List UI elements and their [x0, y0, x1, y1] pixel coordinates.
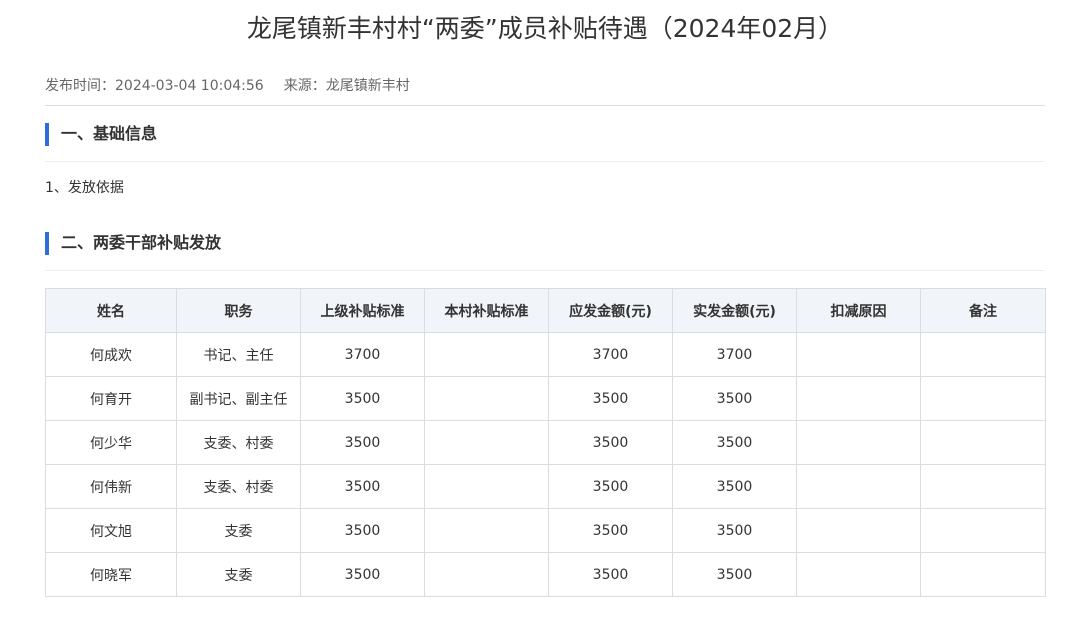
cell-name: 何文旭: [45, 508, 177, 553]
section-accent-bar: [45, 123, 49, 146]
table-row: 何文旭 支委 3500 3500 3500: [45, 508, 1046, 553]
cell-remarks: [920, 552, 1046, 597]
cell-upper-standard: 3700: [300, 332, 425, 377]
subsidy-table: 姓名 职务 上级补贴标准 本村补贴标准 应发金额(元) 实发金额(元) 扣减原因…: [45, 288, 1046, 597]
cell-upper-standard: 3500: [300, 376, 425, 421]
subsidy-table-wrapper: 姓名 职务 上级补贴标准 本村补贴标准 应发金额(元) 实发金额(元) 扣减原因…: [45, 288, 1046, 597]
cell-upper-standard: 3500: [300, 420, 425, 465]
cell-deduction-reason: [796, 464, 921, 509]
cell-payable: 3700: [548, 332, 673, 377]
cell-remarks: [920, 508, 1046, 553]
table-row: 何成欢 书记、主任 3700 3700 3700: [45, 332, 1046, 377]
cell-position: 支委: [176, 552, 301, 597]
cell-deduction-reason: [796, 420, 921, 465]
cell-name: 何少华: [45, 420, 177, 465]
cell-remarks: [920, 464, 1046, 509]
header-actual: 实发金额(元): [672, 288, 797, 333]
cell-actual: 3500: [672, 508, 797, 553]
page-title: 龙尾镇新丰村村“两委”成员补贴待遇（2024年02月）: [246, 14, 844, 43]
section-title: 二、两委干部补贴发放: [61, 233, 222, 252]
header-village-standard: 本村补贴标准: [424, 288, 549, 333]
table-row: 何少华 支委、村委 3500 3500 3500: [45, 420, 1046, 465]
cell-payable: 3500: [548, 464, 673, 509]
table-row: 何伟新 支委、村委 3500 3500 3500: [45, 464, 1046, 509]
cell-remarks: [920, 376, 1046, 421]
section-accent-bar: [45, 232, 49, 255]
header-name: 姓名: [45, 288, 177, 333]
cell-position: 支委: [176, 508, 301, 553]
paragraph-basis: 1、发放依据: [45, 180, 124, 196]
cell-remarks: [920, 420, 1046, 465]
cell-actual: 3500: [672, 552, 797, 597]
cell-name: 何育开: [45, 376, 177, 421]
cell-actual: 3500: [672, 420, 797, 465]
cell-payable: 3500: [548, 420, 673, 465]
cell-village-standard: [424, 552, 549, 597]
section-title: 一、基础信息: [61, 124, 158, 143]
cell-deduction-reason: [796, 376, 921, 421]
cell-name: 何晓军: [45, 552, 177, 597]
cell-actual: 3500: [672, 376, 797, 421]
cell-position: 副书记、副主任: [176, 376, 301, 421]
table-header-row: 姓名 职务 上级补贴标准 本村补贴标准 应发金额(元) 实发金额(元) 扣减原因…: [45, 288, 1046, 333]
cell-upper-standard: 3500: [300, 552, 425, 597]
cell-village-standard: [424, 376, 549, 421]
cell-payable: 3500: [548, 508, 673, 553]
table-row: 何晓军 支委 3500 3500 3500: [45, 552, 1046, 597]
cell-upper-standard: 3500: [300, 508, 425, 553]
cell-village-standard: [424, 464, 549, 509]
header-deduction-reason: 扣减原因: [796, 288, 921, 333]
cell-name: 何成欢: [45, 332, 177, 377]
publish-time: 发布时间：2024-03-04 10:04:56: [45, 78, 264, 94]
section-heading-basic-info: 一、基础信息: [45, 106, 1045, 162]
article: 龙尾镇新丰村村“两委”成员补贴待遇（2024年02月） 发布时间：2024-03…: [45, 0, 1046, 597]
header-remarks: 备注: [920, 288, 1046, 333]
section-heading-subsidy: 二、两委干部补贴发放: [45, 215, 1045, 271]
table-row: 何育开 副书记、副主任 3500 3500 3500: [45, 376, 1046, 421]
article-meta: 发布时间：2024-03-04 10:04:56 来源：龙尾镇新丰村: [45, 74, 1045, 106]
cell-payable: 3500: [548, 376, 673, 421]
cell-village-standard: [424, 332, 549, 377]
cell-upper-standard: 3500: [300, 464, 425, 509]
header-payable: 应发金额(元): [548, 288, 673, 333]
cell-remarks: [920, 332, 1046, 377]
cell-deduction-reason: [796, 508, 921, 553]
header-upper-standard: 上级补贴标准: [300, 288, 425, 333]
header-position: 职务: [176, 288, 301, 333]
cell-village-standard: [424, 420, 549, 465]
cell-actual: 3700: [672, 332, 797, 377]
cell-deduction-reason: [796, 552, 921, 597]
cell-position: 支委、村委: [176, 464, 301, 509]
cell-position: 书记、主任: [176, 332, 301, 377]
source-label: 来源：龙尾镇新丰村: [283, 78, 410, 94]
cell-payable: 3500: [548, 552, 673, 597]
cell-name: 何伟新: [45, 464, 177, 509]
cell-actual: 3500: [672, 464, 797, 509]
cell-position: 支委、村委: [176, 420, 301, 465]
cell-deduction-reason: [796, 332, 921, 377]
cell-village-standard: [424, 508, 549, 553]
